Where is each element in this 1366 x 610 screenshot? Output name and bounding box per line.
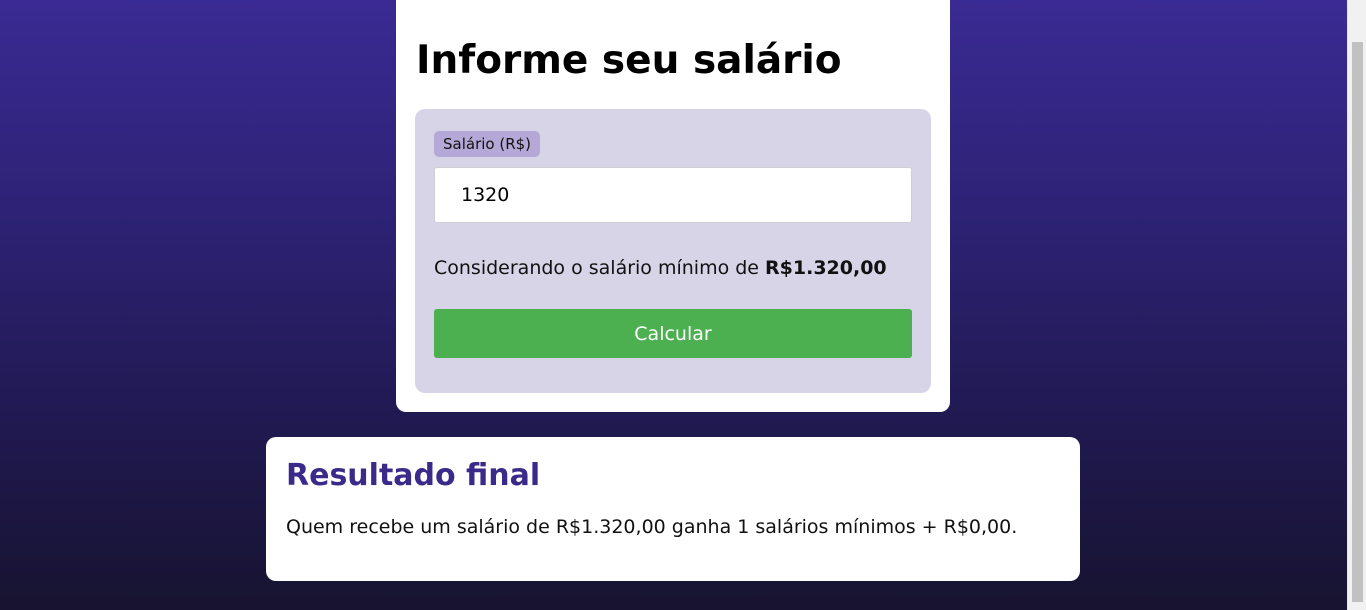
salary-form-card: Informe seu salário Salário (R$) Conside… [396, 0, 950, 412]
min-wage-prefix: Considerando o salário mínimo de [434, 257, 766, 279]
salary-form-panel: Salário (R$) Considerando o salário míni… [415, 109, 931, 393]
salary-input[interactable] [434, 167, 912, 223]
salary-label: Salário (R$) [434, 131, 541, 157]
page-scrollbar[interactable] [1347, 0, 1366, 610]
result-card: Resultado final Quem recebe um salário d… [266, 437, 1080, 581]
min-wage-info: Considerando o salário mínimo de R$1.320… [434, 255, 887, 281]
result-title: Resultado final [286, 458, 541, 493]
calculate-button[interactable]: Calcular [434, 309, 912, 358]
result-text: Quem recebe um salário de R$1.320,00 gan… [286, 516, 1018, 538]
scrollbar-thumb[interactable] [1352, 42, 1363, 602]
min-wage-value: R$1.320,00 [765, 257, 887, 279]
page: { "form": { "title": "Informe seu salári… [0, 0, 1366, 610]
form-title: Informe seu salário [416, 38, 842, 83]
